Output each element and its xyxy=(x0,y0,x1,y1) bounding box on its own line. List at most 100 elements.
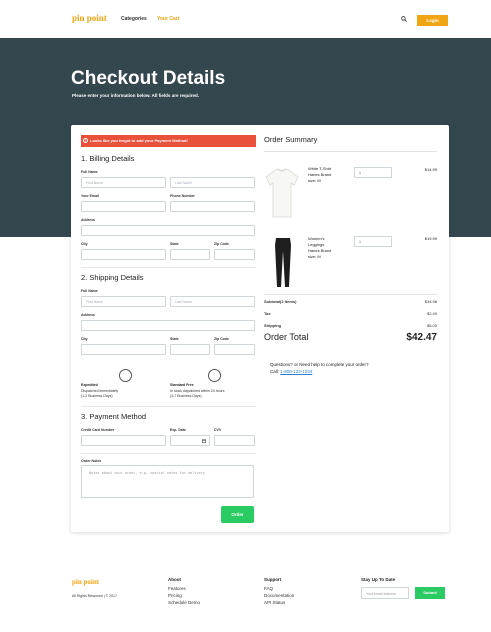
product-1-price: $14.99 xyxy=(424,167,437,172)
footer-logo[interactable]: pin point xyxy=(72,578,99,586)
billing-email-input[interactable] xyxy=(81,201,166,212)
help-call: Call: 1-800-123-1234 xyxy=(270,368,369,375)
billing-title: 1. Billing Details xyxy=(81,154,135,163)
standard-desc-line2: (3-7 Business Days) xyxy=(170,394,202,398)
billing-address-input[interactable] xyxy=(81,225,255,236)
product-2-price: $19.99 xyxy=(424,236,437,241)
checkout-card: ! Looks like you forgot to add your Paym… xyxy=(71,125,449,532)
footer-link-pricing[interactable]: Pricing xyxy=(168,593,182,598)
product-1-name: White T-Shirt Hanes Brand size: M xyxy=(308,166,331,184)
payment-alert: ! Looks like you forgot to add your Paym… xyxy=(81,135,256,147)
shipping-zip-label: Zip Code xyxy=(214,337,229,341)
billing-first-name-input[interactable]: First Name xyxy=(81,177,166,188)
shipping-cost-label: Shipping xyxy=(264,323,282,328)
billing-email-label: Your Email xyxy=(81,194,100,198)
order-notes-label: Order Notes xyxy=(81,459,102,463)
page-title: Checkout Details xyxy=(71,68,226,89)
footer-link-documentation[interactable]: Documentation xyxy=(264,593,294,598)
order-total-value: $42.47 xyxy=(406,332,437,343)
leggings-image xyxy=(275,238,291,287)
expedited-desc-line1: Dispatched immediately xyxy=(81,389,119,393)
calendar-icon[interactable] xyxy=(202,439,206,443)
order-total-label: Order Total xyxy=(264,332,309,342)
payment-title: 3. Payment Method xyxy=(81,412,147,421)
standard-label: Standard Free xyxy=(170,383,194,387)
billing-phone-label: Phone Number xyxy=(170,194,195,198)
shipping-full-name-label: Full Name xyxy=(81,289,98,293)
shipping-state-input[interactable] xyxy=(170,344,210,355)
order-button[interactable]: Order xyxy=(221,506,254,523)
about-heading: About xyxy=(168,577,181,582)
nav-categories[interactable]: Categories xyxy=(121,16,147,22)
expedited-radio[interactable] xyxy=(119,369,132,382)
newsletter-submit-button[interactable]: Submit xyxy=(415,587,445,599)
nav-your-cart[interactable]: Your Cart xyxy=(157,16,179,22)
product-1-qty-input[interactable]: 1 xyxy=(354,167,392,178)
help-text: Questions? or Need help to complete your… xyxy=(270,361,369,375)
exp-date-label: Exp. Date xyxy=(170,428,186,432)
shipping-title: 2. Shipping Details xyxy=(81,273,144,282)
billing-zip-input[interactable] xyxy=(214,249,255,260)
cvv-label: CVV xyxy=(214,428,222,432)
alert-icon: ! xyxy=(83,138,88,143)
call-label: Call: xyxy=(270,369,280,374)
billing-city-input[interactable] xyxy=(81,249,166,260)
divider xyxy=(264,294,437,295)
shipping-city-label: City xyxy=(81,337,88,341)
phone-link[interactable]: 1-800-123-1234 xyxy=(280,369,312,374)
footer-link-features[interactable]: Features xyxy=(168,586,186,591)
billing-full-name-label: Full Name xyxy=(81,170,98,174)
shipping-last-name-input[interactable]: Last Name xyxy=(170,296,255,307)
shipping-city-input[interactable] xyxy=(81,344,166,355)
shipping-zip-input[interactable] xyxy=(214,344,255,355)
newsletter-heading: Stay Up To Date xyxy=(361,577,396,582)
divider xyxy=(81,453,256,454)
billing-state-label: State xyxy=(170,242,179,246)
product-2-size: size: M xyxy=(308,254,321,259)
tax-value: $2.49 xyxy=(426,311,437,316)
login-button[interactable]: Login xyxy=(417,15,448,26)
page-subtitle: Please enter your information below. All… xyxy=(72,93,199,98)
help-question: Questions? or Need help to complete your… xyxy=(270,362,369,367)
billing-zip-label: Zip Code xyxy=(214,242,229,246)
order-summary-title: Order Summary xyxy=(264,135,318,144)
billing-phone-input[interactable] xyxy=(170,201,255,212)
card-number-input[interactable] xyxy=(81,435,166,446)
product-2-qty-input[interactable]: 1 xyxy=(354,236,392,247)
billing-state-input[interactable] xyxy=(170,249,210,260)
search-icon[interactable] xyxy=(401,16,407,22)
cvv-input[interactable] xyxy=(214,435,255,446)
expedited-desc-line2: (1-2 Business Days) xyxy=(81,394,113,398)
shipping-address-input[interactable] xyxy=(81,320,255,331)
logo[interactable]: pin point xyxy=(72,13,107,23)
subtotal-label: Subtotal(2 Items) xyxy=(264,299,297,304)
subtotal-value: $34.98 xyxy=(424,299,437,304)
billing-last-name-input[interactable]: Last Name xyxy=(170,177,255,188)
exp-date-input[interactable] xyxy=(170,435,210,446)
footer-link-faq[interactable]: FAQ xyxy=(264,586,273,591)
divider xyxy=(81,267,256,268)
product-1-size: size: M xyxy=(308,178,321,183)
support-heading: Support xyxy=(264,577,282,582)
billing-city-label: City xyxy=(81,242,88,246)
expedited-label: Expedited xyxy=(81,383,98,387)
shipping-first-name-input[interactable]: First Name xyxy=(81,296,166,307)
divider xyxy=(264,151,437,152)
tshirt-image xyxy=(265,168,299,218)
shipping-address-label: Address xyxy=(81,313,96,317)
standard-radio[interactable] xyxy=(208,369,221,382)
top-nav: pin point Categories Your Cart Login xyxy=(0,0,491,34)
footer-link-api-status[interactable]: API Status xyxy=(264,600,285,605)
shipping-cost-value: $5.00 xyxy=(426,323,437,328)
standard-desc-line1: In stock dispatched within 24 hours xyxy=(170,389,225,393)
tax-label: Tax xyxy=(264,311,271,316)
shipping-state-label: State xyxy=(170,337,179,341)
footer-link-schedule-demo[interactable]: Schedule Demo xyxy=(168,600,200,605)
order-notes-textarea[interactable]: Notes about your order, e.g. special not… xyxy=(81,465,254,498)
newsletter-email-input[interactable]: Your email address xyxy=(361,587,409,599)
footer: pin point All Rights Reserved | © 2017 A… xyxy=(0,567,491,632)
product-2-name: Women's Leggings Hanes Brand size: M xyxy=(308,236,331,260)
divider xyxy=(81,406,256,407)
alert-text: Looks like you forgot to add your Paymen… xyxy=(90,138,188,143)
card-number-label: Credit Card Number xyxy=(81,428,115,432)
